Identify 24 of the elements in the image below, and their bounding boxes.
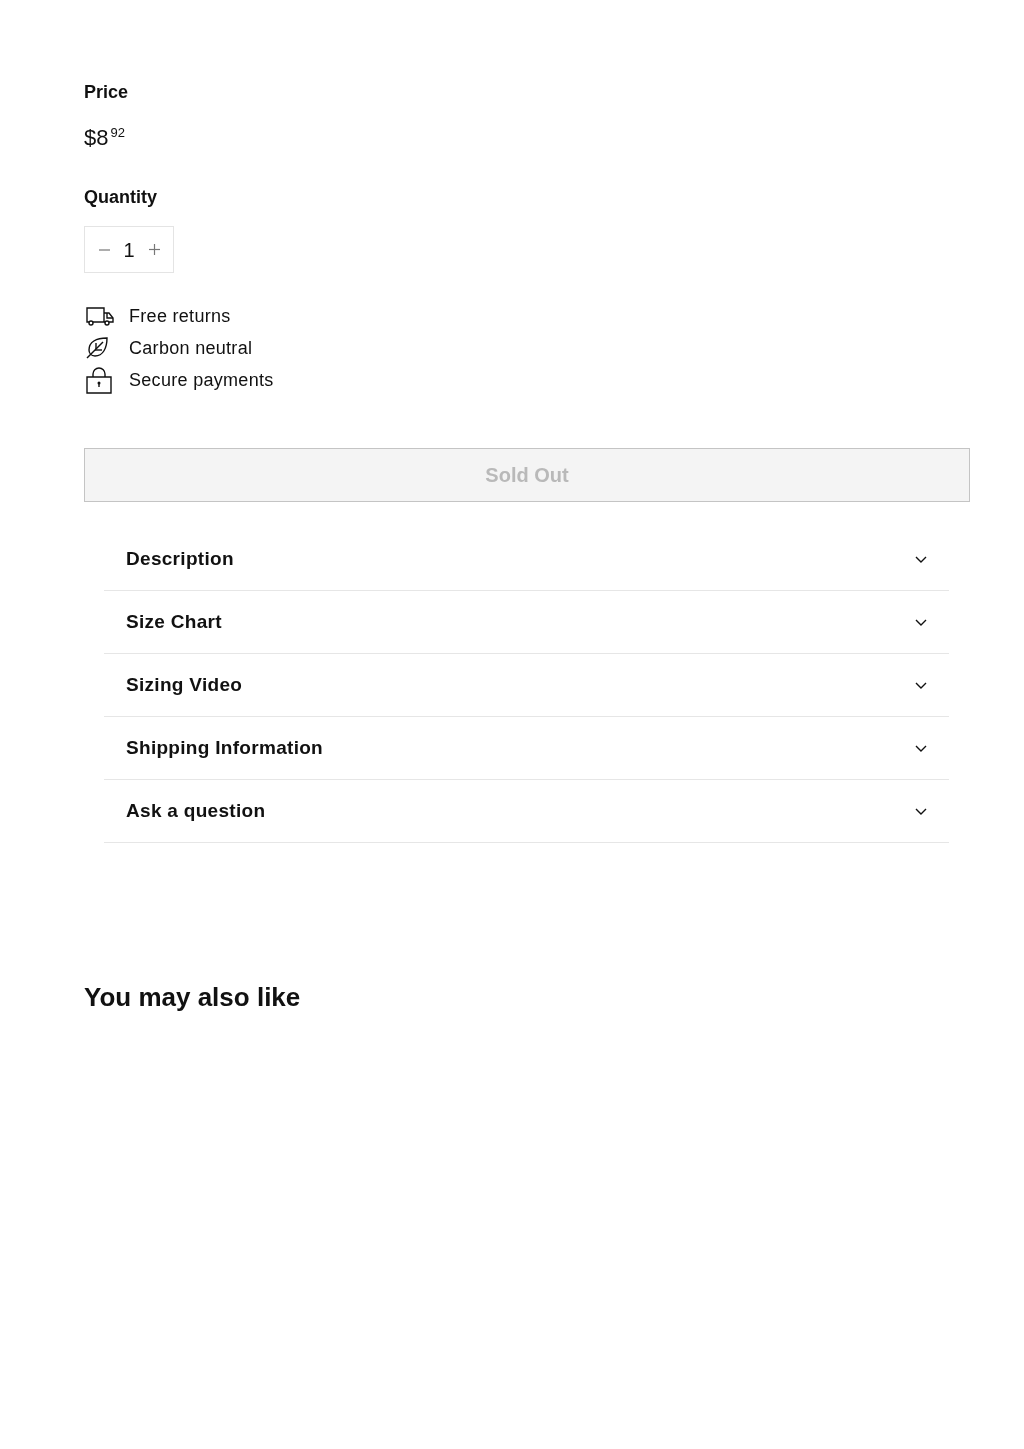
chevron-icon [915, 681, 927, 689]
feature-text: Carbon neutral [129, 336, 253, 360]
feature-text: Free returns [129, 304, 231, 328]
plus-icon [148, 244, 160, 255]
increase-button[interactable] [147, 242, 161, 257]
chevron-icon [915, 744, 927, 752]
accordion-header[interactable]: Ask a question [104, 780, 949, 843]
lock-icon [86, 366, 112, 394]
accordion-header[interactable]: Size Chart [104, 591, 949, 654]
section-heading: You may also like [84, 981, 301, 1013]
leaf-icon [86, 337, 109, 359]
accordion-header[interactable]: Sizing Video [104, 654, 949, 717]
chevron-icon [915, 555, 927, 563]
feature-text: Secure payments [129, 368, 274, 392]
chevron-icon [915, 618, 927, 626]
accordion-header[interactable]: Shipping Information [104, 717, 949, 780]
truck-icon [86, 306, 114, 326]
chevron-icon [915, 807, 927, 815]
price-text: $8$^{92}$ [84, 124, 125, 152]
minus-icon [98, 248, 110, 251]
quantity-label: Quantity [84, 186, 157, 209]
price-label: Price [84, 81, 129, 104]
accordion-header[interactable]: Description [104, 528, 949, 591]
quantity-input[interactable]: 1 [117, 234, 141, 265]
